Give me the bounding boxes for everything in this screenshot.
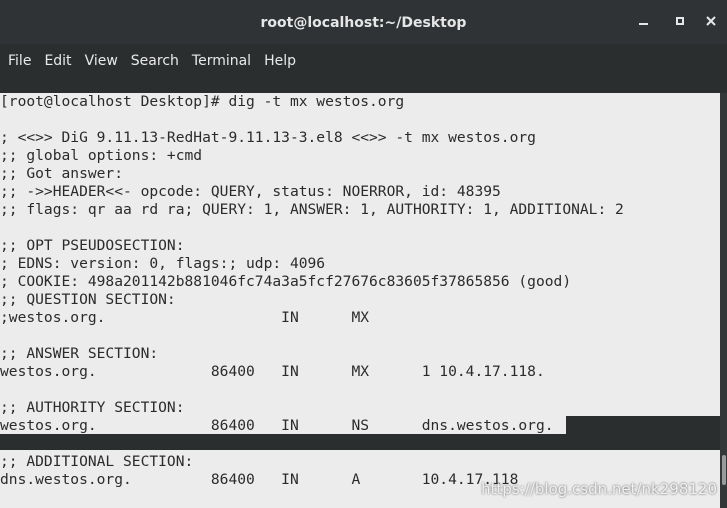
terminal-line: ;; AUTHORITY SECTION: <box>0 399 185 416</box>
minimize-icon <box>638 23 648 25</box>
scrollbar-thumb[interactable] <box>722 455 726 485</box>
menu-search[interactable]: Search <box>131 53 179 69</box>
maximize-button[interactable] <box>673 14 687 28</box>
window-title: root@localhost:~/Desktop <box>260 15 467 31</box>
terminal-line: ;; flags: qr aa rd ra; QUERY: 1, ANSWER:… <box>0 201 624 218</box>
selection-edge <box>566 416 720 434</box>
close-button[interactable] <box>704 14 718 28</box>
terminal-line: ; <<>> DiG 9.11.13-RedHat-9.11.13-3.el8 … <box>0 129 536 146</box>
minimize-button[interactable] <box>636 14 650 28</box>
terminal-line: ;westos.org. IN MX <box>0 309 370 326</box>
menu-edit[interactable]: Edit <box>44 53 71 69</box>
terminal-line: [root@localhost Desktop]# dig -t mx west… <box>0 93 405 110</box>
terminal-line: westos.org. 86400 IN NS dns.westos.org. <box>0 417 554 434</box>
title-bar: root@localhost:~/Desktop <box>0 0 727 44</box>
terminal-line: ;; ANSWER SECTION: <box>0 345 159 362</box>
terminal-line: dns.westos.org. 86400 IN A 10.4.17.118 <box>0 471 519 488</box>
terminal-line: ;; ADDITIONAL SECTION: <box>0 453 194 470</box>
terminal-line: ; COOKIE: 498a201142b881046fc74a3a5fcf27… <box>0 273 572 290</box>
watermark: https://blog.csdn.net/nk298120 <box>481 480 717 498</box>
menu-bar: File Edit View Search Terminal Help <box>0 44 727 78</box>
terminal-line: ;; QUESTION SECTION: <box>0 291 176 308</box>
menu-terminal[interactable]: Terminal <box>192 53 251 69</box>
maximize-icon <box>676 17 684 25</box>
terminal-line: ;; global options: +cmd <box>0 147 203 164</box>
menu-help[interactable]: Help <box>264 53 296 69</box>
terminal-line: ;; ->>HEADER<<- opcode: QUERY, status: N… <box>0 183 501 200</box>
terminal-line: ;; OPT PSEUDOSECTION: <box>0 237 185 254</box>
menu-file[interactable]: File <box>8 53 31 69</box>
menu-view[interactable]: View <box>85 53 118 69</box>
terminal-line: ; EDNS: version: 0, flags:; udp: 4096 <box>0 255 326 272</box>
scrollbar[interactable] <box>720 93 727 508</box>
terminal-line: westos.org. 86400 IN MX 1 10.4.17.118. <box>0 363 545 380</box>
terminal-unfilled-row <box>0 434 720 450</box>
terminal-line: ;; Got answer: <box>0 165 124 182</box>
close-icon <box>706 16 716 26</box>
